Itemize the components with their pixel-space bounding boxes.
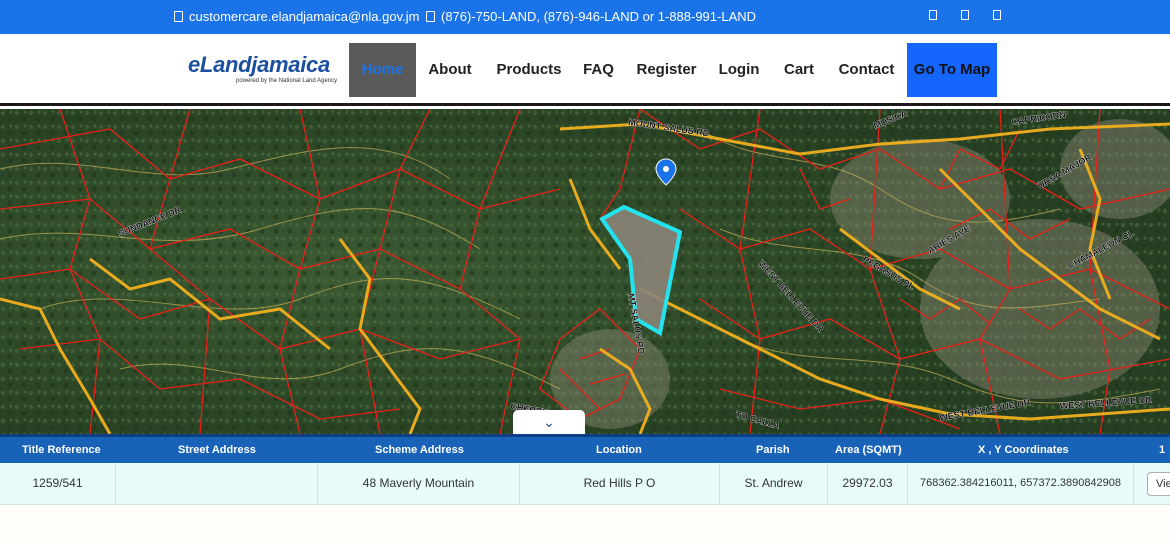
nav-faq[interactable]: FAQ [581,43,616,97]
column-header: Parish [756,444,790,456]
cell-scheme-address: 48 Maverly Mountain [318,463,520,504]
cell-area: 29972.03 [828,463,908,504]
parcel-map[interactable]: MOUNT SALUS RD MUSICA CAPRICORN URSA MAJ… [0,109,1170,434]
cell-parish: St. Andrew [720,463,828,504]
nav-login[interactable]: Login [716,43,762,97]
column-header: Scheme Address [375,444,464,456]
column-header: 1 [1159,444,1166,456]
phone-text: (876)-750-LAND, (876)-946-LAND or 1-888-… [441,9,757,24]
top-contact-bar: customercare.elandjamaica@nla.gov.jm (87… [0,0,1170,34]
column-header: Area (SQMT) [835,444,902,456]
nav-contact[interactable]: Contact [836,43,897,97]
phone-icon [426,11,435,22]
chevrons-down-icon: ⌄ [543,414,555,430]
main-navbar: eLandjamaica powered by the National Lan… [0,34,1170,106]
cell-coordinates: 768362.384216011, 657372.3890842908 [908,463,1134,504]
go-to-map-button[interactable]: Go To Map [907,43,997,97]
collapse-results-button[interactable]: ⌄ [513,410,585,434]
nav-about[interactable]: About [424,43,476,97]
nav-cart[interactable]: Cart [781,43,817,97]
column-header: Street Address [178,444,256,456]
cell-location: Red Hills P O [520,463,720,504]
facebook-icon[interactable] [929,10,937,20]
column-header: X , Y Coordinates [978,444,1069,456]
page-footer-area [0,505,1170,545]
email-contact[interactable]: customercare.elandjamaica@nla.gov.jm [174,9,419,24]
envelope-icon [174,11,183,22]
twitter-icon[interactable] [961,10,969,20]
instagram-icon[interactable] [993,10,1001,20]
results-table: Title Reference Street Address Scheme Ad… [0,434,1170,505]
site-logo[interactable]: eLandjamaica powered by the National Lan… [188,52,337,84]
map-canvas[interactable]: MOUNT SALUS RD MUSICA CAPRICORN URSA MAJ… [0,109,1170,434]
nav-register[interactable]: Register [634,43,699,97]
table-header: Title Reference Street Address Scheme Ad… [0,434,1170,463]
column-header: Title Reference [22,444,101,456]
email-text[interactable]: customercare.elandjamaica@nla.gov.jm [189,9,419,24]
cell-title-reference: 1259/541 [0,463,116,504]
cell-street-address [116,463,318,504]
brand-name: eLandjamaica [188,52,330,77]
nav-products[interactable]: Products [492,43,566,97]
brand-tagline: powered by the National Land Agency [236,78,338,84]
phone-contact: (876)-750-LAND, (876)-946-LAND or 1-888-… [426,9,756,24]
nav-home[interactable]: Home [349,43,416,97]
view-button[interactable]: View [1147,472,1170,496]
column-header: Location [596,444,642,456]
table-row[interactable]: 1259/541 48 Maverly Mountain Red Hills P… [0,463,1170,505]
